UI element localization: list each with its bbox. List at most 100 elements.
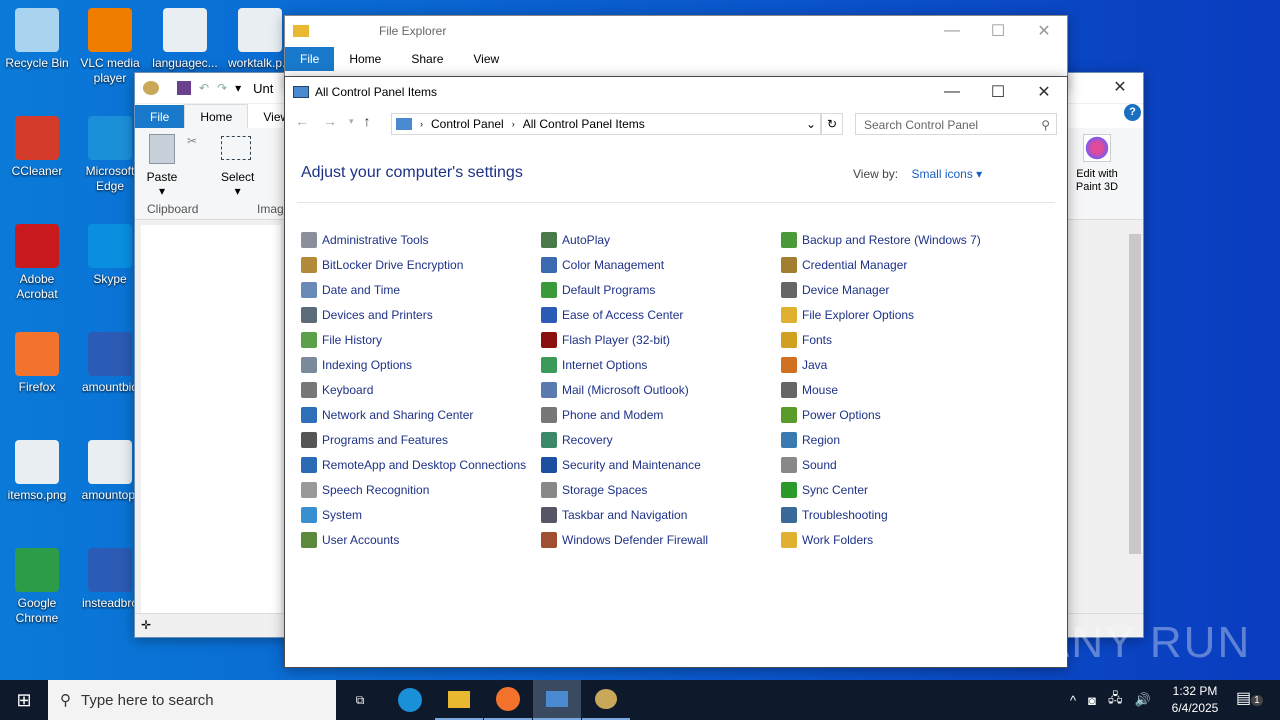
control-panel-item[interactable]: Device Manager bbox=[781, 282, 889, 298]
close-button[interactable]: ✕ bbox=[1021, 77, 1067, 107]
breadcrumb-all-items[interactable]: All Control Panel Items bbox=[523, 117, 645, 131]
volume-icon[interactable]: 🔊 bbox=[1134, 692, 1150, 708]
up-button[interactable]: ↑ bbox=[364, 113, 371, 129]
control-panel-item[interactable]: Color Management bbox=[541, 257, 664, 273]
cut-icon[interactable]: ✂ bbox=[187, 134, 197, 148]
control-panel-item[interactable]: Mail (Microsoft Outlook) bbox=[541, 382, 689, 398]
control-panel-item[interactable]: Sound bbox=[781, 457, 837, 473]
task-view-button[interactable]: ⧉ bbox=[336, 680, 384, 720]
control-panel-item[interactable]: Backup and Restore (Windows 7) bbox=[781, 232, 981, 248]
control-panel-item[interactable]: System bbox=[301, 507, 362, 523]
control-panel-item[interactable]: Java bbox=[781, 357, 827, 373]
select-button[interactable]: Select ▾ bbox=[221, 136, 254, 198]
control-panel-item[interactable]: Devices and Printers bbox=[301, 307, 433, 323]
desktop-icon[interactable]: languagec... bbox=[148, 8, 222, 71]
control-panel-item[interactable]: File Explorer Options bbox=[781, 307, 914, 323]
control-panel-item[interactable]: Phone and Modem bbox=[541, 407, 663, 423]
recent-dropdown[interactable]: ▾ bbox=[349, 116, 354, 127]
search-input[interactable]: Search Control Panel ⚲ bbox=[855, 113, 1057, 135]
explorer-tab-home[interactable]: Home bbox=[334, 47, 396, 71]
back-button[interactable]: ← bbox=[295, 113, 309, 129]
control-panel-item[interactable]: Ease of Access Center bbox=[541, 307, 683, 323]
control-panel-item[interactable]: Programs and Features bbox=[301, 432, 448, 448]
control-panel-item[interactable]: Mouse bbox=[781, 382, 838, 398]
desktop-icon-image bbox=[88, 332, 132, 376]
start-button[interactable]: ⊞ bbox=[0, 680, 48, 720]
paint-scrollbar[interactable] bbox=[1127, 220, 1143, 613]
control-panel-item[interactable]: Region bbox=[781, 432, 840, 448]
control-panel-item[interactable]: BitLocker Drive Encryption bbox=[301, 257, 463, 273]
control-panel-item[interactable]: Fonts bbox=[781, 332, 832, 348]
control-panel-item[interactable]: Indexing Options bbox=[301, 357, 412, 373]
save-icon[interactable] bbox=[177, 81, 191, 95]
address-dropdown[interactable]: ⌄ bbox=[806, 117, 816, 131]
control-panel-item[interactable]: Network and Sharing Center bbox=[301, 407, 473, 423]
control-panel-item[interactable]: File History bbox=[301, 332, 382, 348]
show-hidden-icons[interactable]: ^ bbox=[1070, 693, 1076, 708]
taskbar-firefox[interactable] bbox=[484, 680, 532, 720]
forward-button[interactable]: → bbox=[323, 113, 337, 129]
item-label: Fonts bbox=[802, 333, 833, 347]
desktop-icon-label: Google Chrome bbox=[15, 596, 59, 625]
control-panel-item[interactable]: Default Programs bbox=[541, 282, 655, 298]
control-panel-item[interactable]: Date and Time bbox=[301, 282, 400, 298]
desktop-icon[interactable]: Google Chrome bbox=[0, 548, 74, 626]
desktop-icon[interactable]: Adobe Acrobat bbox=[0, 224, 74, 302]
control-panel-item[interactable]: Work Folders bbox=[781, 532, 873, 548]
taskbar-file-explorer[interactable] bbox=[435, 680, 483, 720]
maximize-button[interactable]: ☐ bbox=[975, 77, 1021, 107]
control-panel-item[interactable]: Administrative Tools bbox=[301, 232, 429, 248]
minimize-button[interactable]: — bbox=[929, 77, 975, 107]
action-center-button[interactable]: ▤ 1 bbox=[1236, 688, 1263, 708]
control-panel-item[interactable]: RemoteApp and Desktop Connections bbox=[301, 457, 526, 473]
explorer-tab-file[interactable]: File bbox=[285, 47, 335, 71]
taskbar-edge[interactable] bbox=[386, 680, 434, 720]
clock[interactable]: 1:32 PM 6/4/2025 bbox=[1162, 683, 1228, 717]
paste-button[interactable]: Paste ▾ bbox=[145, 134, 179, 198]
refresh-button[interactable]: ↻ bbox=[821, 113, 843, 135]
paint-tab-home[interactable]: Home bbox=[184, 104, 249, 128]
meet-now-icon[interactable]: ◙ bbox=[1088, 693, 1096, 708]
taskbar-search[interactable]: ⚲ Type here to search bbox=[48, 680, 336, 720]
control-panel-item[interactable]: Recovery bbox=[541, 432, 613, 448]
address-bar[interactable]: › Control Panel › All Control Panel Item… bbox=[391, 113, 821, 135]
paint-close-button[interactable]: ✕ bbox=[1097, 72, 1143, 102]
breadcrumb-control-panel[interactable]: Control Panel bbox=[431, 117, 504, 131]
explorer-close-button[interactable]: ✕ bbox=[1021, 16, 1067, 46]
control-panel-item[interactable]: Windows Defender Firewall bbox=[541, 532, 708, 548]
control-panel-item[interactable]: Internet Options bbox=[541, 357, 647, 373]
control-panel-item[interactable]: AutoPlay bbox=[541, 232, 610, 248]
taskbar-control-panel[interactable] bbox=[533, 680, 581, 720]
paint-tab-file[interactable]: File bbox=[135, 105, 185, 129]
undo-icon[interactable]: ↶ bbox=[199, 81, 209, 95]
control-panel-item[interactable]: Flash Player (32-bit) bbox=[541, 332, 670, 348]
redo-icon[interactable]: ↷ bbox=[217, 81, 227, 95]
quick-access-dropdown[interactable]: ▾ bbox=[235, 81, 241, 95]
control-panel-item[interactable]: Storage Spaces bbox=[541, 482, 647, 498]
control-panel-item[interactable]: Power Options bbox=[781, 407, 881, 423]
explorer-tab-view[interactable]: View bbox=[458, 47, 514, 71]
control-panel-item[interactable]: Speech Recognition bbox=[301, 482, 429, 498]
control-panel-item[interactable]: Keyboard bbox=[301, 382, 373, 398]
paint-canvas[interactable] bbox=[141, 225, 281, 613]
view-by-dropdown[interactable]: Small icons ▾ bbox=[911, 167, 982, 181]
explorer-maximize-button[interactable]: ☐ bbox=[975, 16, 1021, 46]
explorer-minimize-button[interactable]: — bbox=[929, 16, 975, 46]
control-panel-item[interactable]: User Accounts bbox=[301, 532, 399, 548]
edit-with-paint3d-button[interactable]: Edit with Paint 3D bbox=[1069, 134, 1125, 194]
taskbar-paint[interactable] bbox=[582, 680, 630, 720]
explorer-tab-share[interactable]: Share bbox=[396, 47, 458, 71]
desktop-icon[interactable]: itemso.png bbox=[0, 440, 74, 503]
control-panel-item[interactable]: Sync Center bbox=[781, 482, 868, 498]
help-icon[interactable]: ? bbox=[1124, 104, 1141, 121]
desktop-icon[interactable]: Firefox bbox=[0, 332, 74, 395]
control-panel-item[interactable]: Security and Maintenance bbox=[541, 457, 701, 473]
control-panel-item[interactable]: Taskbar and Navigation bbox=[541, 507, 687, 523]
desktop-icon[interactable]: Recycle Bin bbox=[0, 8, 74, 71]
control-panel-item[interactable]: Troubleshooting bbox=[781, 507, 888, 523]
control-panel-item[interactable]: Credential Manager bbox=[781, 257, 907, 273]
item-icon bbox=[301, 307, 317, 323]
network-icon[interactable]: 🖧 bbox=[1108, 689, 1123, 711]
desktop-icon[interactable]: CCleaner bbox=[0, 116, 74, 179]
desktop-icon-image bbox=[15, 224, 59, 268]
